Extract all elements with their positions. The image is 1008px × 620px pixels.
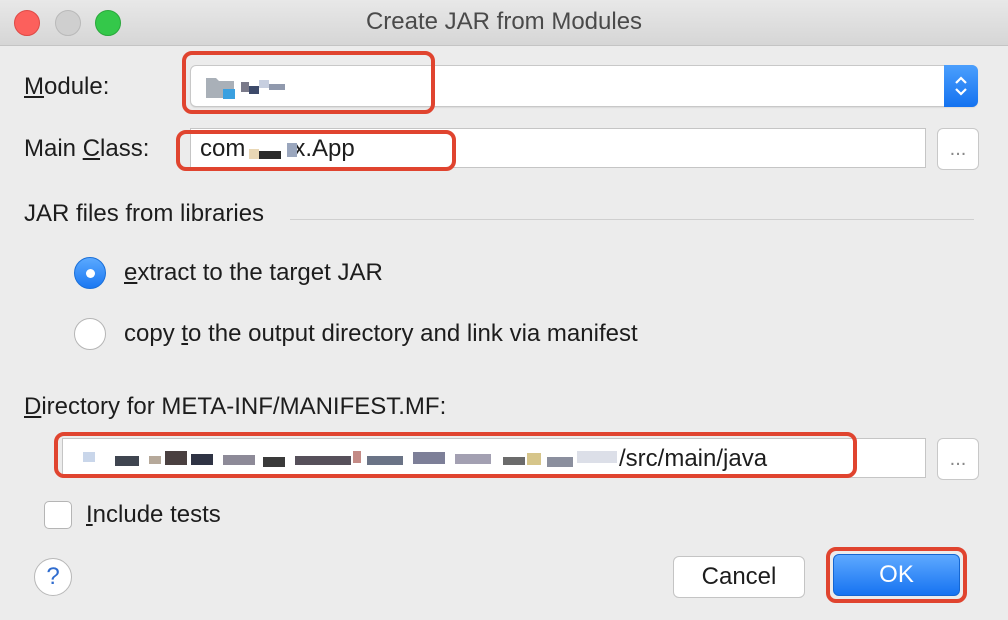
annotation-highlight-module <box>182 51 435 114</box>
annotation-highlight-main-class <box>176 130 456 171</box>
radio-extract-label[interactable]: extract to the target JAR <box>124 259 383 287</box>
annotation-highlight-manifest-dir <box>54 432 857 478</box>
module-label: Module: <box>24 73 110 100</box>
help-button[interactable]: ? <box>34 558 72 596</box>
libraries-section-label: JAR files from libraries <box>24 200 265 227</box>
cancel-button[interactable]: Cancel <box>673 556 805 598</box>
radio-copy-link-label[interactable]: copy to the output directory and link vi… <box>124 320 638 348</box>
include-tests-checkbox[interactable] <box>44 501 72 529</box>
manifest-dir-label: Directory for META-INF/MANIFEST.MF: <box>24 393 447 420</box>
chevron-up-down-icon <box>955 76 967 96</box>
include-tests-label[interactable]: Include tests <box>86 501 221 529</box>
radio-extract[interactable] <box>74 257 106 289</box>
annotation-highlight-ok <box>826 547 967 603</box>
combo-arrow-button[interactable] <box>944 65 978 107</box>
window-title: Create JAR from Modules <box>365 8 643 35</box>
title-bar: Create JAR from Modules <box>0 0 1008 46</box>
section-divider <box>290 219 974 220</box>
radio-copy-link[interactable] <box>74 318 106 350</box>
main-class-browse-button[interactable]: ... <box>937 128 979 170</box>
main-class-label: Main Class: <box>24 135 150 162</box>
manifest-dir-browse-button[interactable]: ... <box>937 438 979 480</box>
